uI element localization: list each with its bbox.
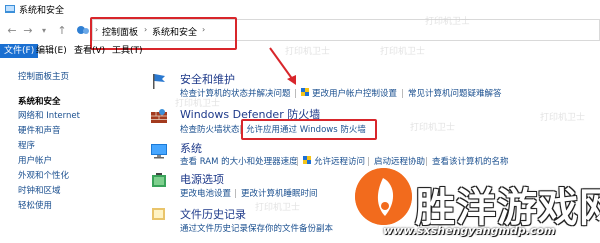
sidebar-item-ease[interactable]: 轻松使用 [18,199,52,211]
watermark-text: 打印机卫士 [255,203,301,213]
back-arrow-icon[interactable]: ← [6,25,18,37]
uac-shield-icon [303,156,311,164]
sidebar-item-hardware[interactable]: 硬件和声音 [18,124,61,136]
control-panel-small-icon [77,26,89,34]
sidebar-item-accounts[interactable]: 用户帐户 [18,154,52,166]
sidebar-item-programs[interactable]: 程序 [18,139,35,151]
system-title[interactable]: 系统 [180,140,202,156]
change-uac-link[interactable]: 更改用户帐户控制设置 [312,87,397,99]
computer-name-link[interactable]: 查看该计算机的名称 [432,155,509,167]
sidebar-item-home[interactable]: 控制面板主页 [18,70,69,82]
remote-assist-link[interactable]: 启动远程协助 [374,155,425,167]
menu-edit[interactable]: 编辑(E) [32,44,71,58]
link-divider [297,157,298,166]
sidebar-item-system-security: 系统和安全 [18,97,61,107]
watermark-text: 打印机卫士 [410,123,456,133]
firewall-icon [151,109,167,123]
view-ram-link[interactable]: 查看 RAM 的大小和处理器速度 [180,155,298,167]
allow-remote-access-link[interactable]: 允许远程访问 [314,155,365,167]
control-panel-icon [5,5,15,13]
watermark-text: 打印机卫士 [425,17,471,27]
security-maintenance-title[interactable]: 安全和维护 [180,71,235,87]
watermark-text: 打印机卫士 [175,99,221,109]
watermark-text: 打印机卫士 [285,47,331,57]
link-divider [402,89,403,98]
title-bar: 系统和安全 [0,0,600,18]
site-logo-url: www.sxshengyangmdp.com [383,224,556,237]
sidebar-item-network[interactable]: 网络和 Internet [18,109,80,121]
file-history-icon [152,208,165,220]
site-logo-icon [355,168,412,225]
power-options-title[interactable]: 电源选项 [180,171,224,187]
link-divider [426,157,427,166]
sidebar-item-appearance[interactable]: 外观和个性化 [18,169,69,181]
battery-settings-link[interactable]: 更改电池设置 [180,187,231,199]
computer-icon [151,144,167,159]
forward-arrow-icon[interactable]: → [22,25,34,37]
sleep-time-link[interactable]: 更改计算机睡眠时间 [241,187,318,199]
check-firewall-link[interactable]: 检查防火墙状态 [180,123,240,135]
sidebar-item-clock[interactable]: 时钟和区域 [18,184,61,196]
sidebar: 控制面板主页 系统和安全 网络和 Internet 硬件和声音 程序 用户帐户 … [0,58,140,243]
link-divider [235,189,236,198]
menu-view[interactable]: 查看(V) [70,44,109,58]
firewall-highlight-box [241,119,377,140]
watermark-text: 打印机卫士 [380,47,426,57]
window-title: 系统和安全 [19,6,65,16]
flag-icon [153,74,165,89]
recent-locations-chevron-icon[interactable]: ▾ [38,25,50,37]
uac-shield-icon [301,88,309,96]
watermark-text: 打印机卫士 [540,113,586,123]
up-arrow-icon[interactable]: ↑ [56,25,68,37]
troubleshoot-link[interactable]: 常见计算机问题疑难解答 [408,87,502,99]
battery-icon [152,173,166,187]
link-divider [295,89,296,98]
file-history-title[interactable]: 文件历史记录 [180,206,246,222]
menu-tools[interactable]: 工具(T) [108,44,147,58]
link-divider [368,157,369,166]
file-history-backup-link[interactable]: 通过文件历史记录保存你的文件备份副本 [180,222,333,234]
